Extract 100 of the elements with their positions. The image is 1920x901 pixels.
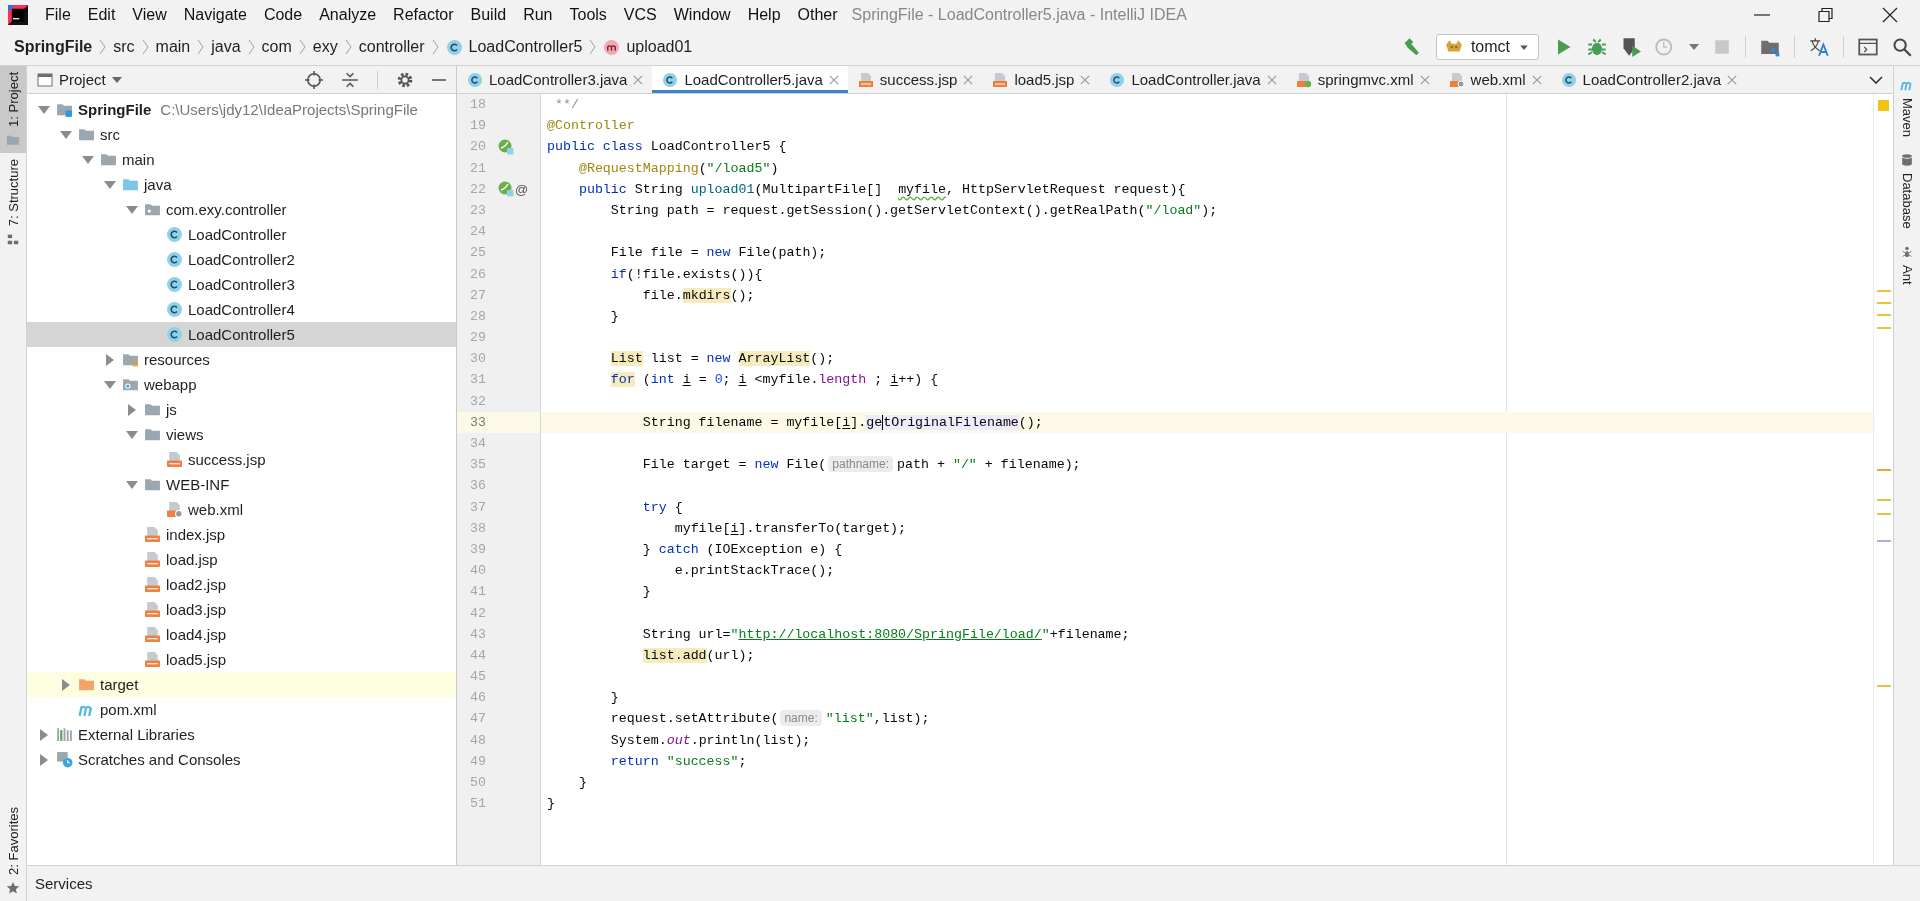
menu-item[interactable]: Navigate <box>174 2 255 27</box>
tree-item[interactable]: target <box>27 672 456 697</box>
tree-item[interactable]: Scratches and Consoles <box>27 747 456 772</box>
menu-item[interactable]: Other <box>788 2 846 27</box>
menu-item[interactable]: Help <box>738 2 789 27</box>
expand-arrow-icon[interactable] <box>40 728 48 741</box>
menu-item[interactable]: Tools <box>560 2 615 27</box>
tree-item[interactable]: resources <box>27 347 456 372</box>
tool-window-button[interactable]: Database <box>1894 147 1920 239</box>
menu-item[interactable]: View <box>123 2 175 27</box>
tree-item[interactable]: success.jsp <box>27 447 456 472</box>
run-configuration-dropdown[interactable]: tomct <box>1435 34 1539 60</box>
caret-icon[interactable] <box>1689 44 1699 50</box>
menu-item[interactable]: File <box>36 2 79 27</box>
tree-item[interactable]: load4.jsp <box>27 622 456 647</box>
editor-tab[interactable]: LoadController2.java <box>1550 66 1746 93</box>
tree-item[interactable]: views <box>27 422 456 447</box>
collapse-arrow-icon[interactable] <box>104 180 116 189</box>
tree-item[interactable]: index.jsp <box>27 522 456 547</box>
tree-item[interactable]: LoadController5 <box>27 322 456 347</box>
tree-item[interactable]: WEB-INF <box>27 472 456 497</box>
breadcrumb-item[interactable]: controller <box>358 38 425 56</box>
expand-arrow-icon[interactable] <box>40 753 48 766</box>
collapse-arrow-icon[interactable] <box>126 430 138 439</box>
settings-icon[interactable] <box>396 70 414 89</box>
tree-item[interactable]: js <box>27 397 456 422</box>
editor-tab[interactable]: springmvc.xml <box>1285 66 1439 93</box>
tree-item[interactable]: LoadController4 <box>27 297 456 322</box>
tree-item[interactable]: webapp <box>27 372 456 397</box>
tree-item[interactable]: LoadController3 <box>27 272 456 297</box>
tree-item[interactable]: com.exy.controller <box>27 197 456 222</box>
breadcrumb-item[interactable]: com <box>261 38 292 56</box>
hide-icon[interactable] <box>432 78 446 81</box>
tree-item[interactable]: load3.jsp <box>27 597 456 622</box>
tool-window-button[interactable]: Maven <box>1894 72 1920 148</box>
tree-item[interactable]: pom.xml <box>27 697 456 722</box>
translate-icon[interactable] <box>1809 37 1829 57</box>
breadcrumb-item[interactable]: SpringFile <box>14 38 93 56</box>
expand-arrow-icon[interactable] <box>128 403 136 416</box>
tool-window-button[interactable]: Ant <box>1894 238 1920 295</box>
tree-item[interactable]: SpringFile C:\Users\jdy12\IdeaProjects\SpringFile <box>27 97 456 122</box>
tree-item[interactable]: LoadController2 <box>27 247 456 272</box>
tree-item[interactable]: web.xml <box>27 497 456 522</box>
menu-item[interactable]: Build <box>461 2 515 27</box>
tree-item[interactable]: load.jsp <box>27 547 456 572</box>
expand-arrow-icon[interactable] <box>62 678 70 691</box>
tool-window-button[interactable]: 2: Favorites <box>0 801 26 901</box>
tool-window-button[interactable]: 1: Project <box>0 66 26 153</box>
profiler-icon[interactable] <box>1655 37 1675 57</box>
restore-icon[interactable] <box>1818 6 1834 23</box>
bug-icon[interactable] <box>1587 37 1607 57</box>
collapse-all-icon[interactable] <box>341 70 359 89</box>
window-title: SpringFile - LoadController5.java - IntelliJ IDEA <box>851 5 1188 24</box>
breadcrumb-item[interactable]: LoadController5 <box>445 38 583 56</box>
breadcrumb-item[interactable]: java <box>211 38 241 56</box>
chevron-down-icon[interactable] <box>1869 75 1883 84</box>
chevron-icon <box>589 39 597 55</box>
menu-item[interactable]: Analyze <box>310 2 385 27</box>
menu-item[interactable]: Refactor <box>384 2 462 27</box>
menu-item[interactable]: Code <box>254 2 311 27</box>
tree-item[interactable]: load2.jsp <box>27 572 456 597</box>
collapse-arrow-icon[interactable] <box>82 155 94 164</box>
menu-item[interactable]: Run <box>514 2 561 27</box>
tree-item[interactable]: load5.jsp <box>27 647 456 672</box>
code-line: } <box>610 308 619 324</box>
tool-window-button[interactable]: Services <box>35 875 93 892</box>
editor-tab[interactable]: LoadController3.java <box>457 66 653 93</box>
close-icon[interactable] <box>1882 6 1898 23</box>
breadcrumb-item[interactable]: upload01 <box>603 38 693 56</box>
tree-item[interactable]: LoadController <box>27 222 456 247</box>
collapse-arrow-icon[interactable] <box>126 480 138 489</box>
breadcrumb-item[interactable]: exy <box>312 38 338 56</box>
editor-tab[interactable]: LoadController.java <box>1099 66 1286 93</box>
menu-item[interactable]: VCS <box>614 2 665 27</box>
tool-window-button[interactable]: 7: Structure <box>0 152 26 253</box>
collapse-arrow-icon[interactable] <box>126 205 138 214</box>
code-line: **/ <box>553 97 579 112</box>
minimize-icon[interactable] <box>1754 13 1770 16</box>
editor-tab[interactable]: load5.jsp <box>982 66 1100 93</box>
tree-item[interactable]: External Libraries <box>27 722 456 747</box>
breadcrumb-item[interactable]: main <box>155 38 191 56</box>
project-view-dropdown[interactable]: Project <box>37 71 122 88</box>
collapse-arrow-icon[interactable] <box>104 380 116 389</box>
editor-tab[interactable]: success.jsp <box>847 66 983 93</box>
tree-item[interactable]: src <box>27 122 456 147</box>
menu-item[interactable]: Edit <box>78 2 124 27</box>
tree-item[interactable]: java <box>27 172 456 197</box>
expand-arrow-icon[interactable] <box>106 353 114 366</box>
tree-item[interactable]: main <box>27 147 456 172</box>
menu-item[interactable]: Window <box>664 2 739 27</box>
coverage-icon[interactable] <box>1621 37 1641 57</box>
search-icon[interactable] <box>1892 37 1912 57</box>
editor-tab[interactable]: LoadController5.java <box>652 66 848 93</box>
editor-tab[interactable]: web.xml <box>1438 66 1551 93</box>
collapse-arrow-icon[interactable] <box>38 105 50 114</box>
line-number: 19 <box>469 117 487 136</box>
terminal-icon[interactable] <box>1858 37 1878 57</box>
breadcrumb-item[interactable]: src <box>113 38 135 56</box>
collapse-arrow-icon[interactable] <box>60 130 72 139</box>
locate-icon[interactable] <box>305 70 323 89</box>
